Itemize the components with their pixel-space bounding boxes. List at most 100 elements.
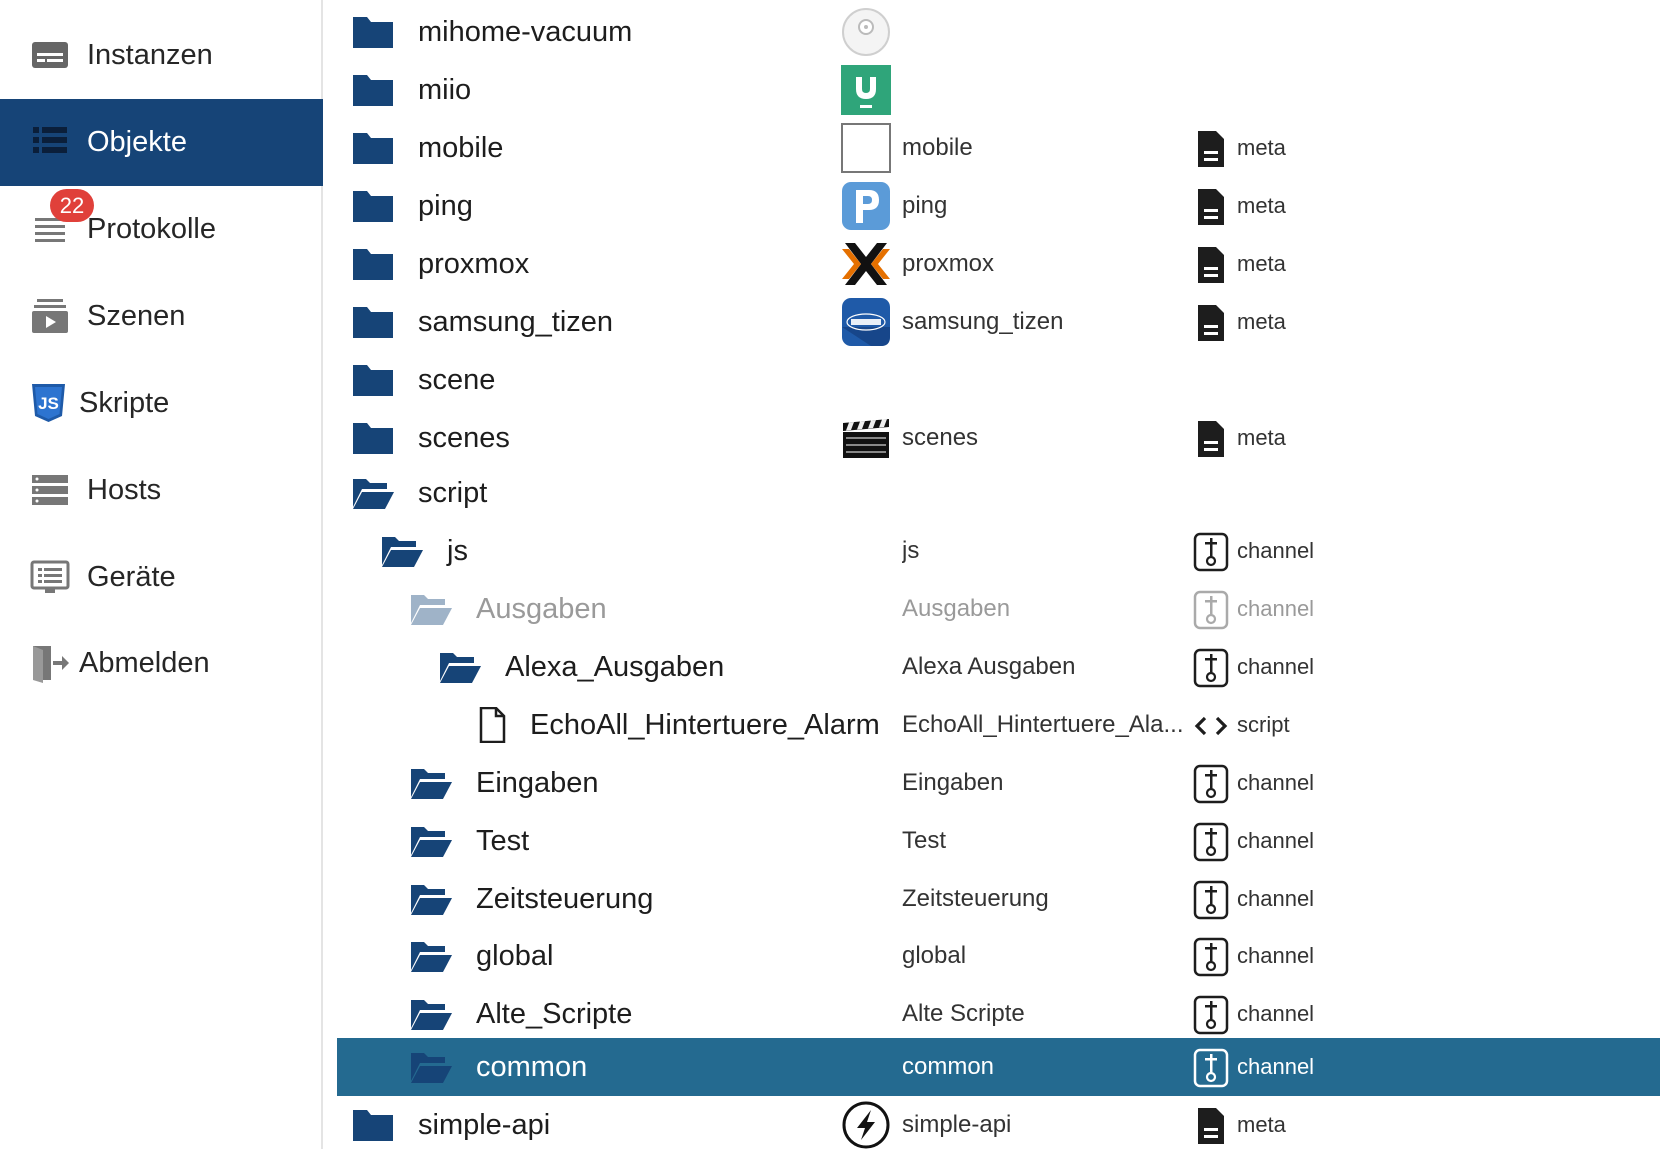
folder-closed-icon (353, 191, 393, 222)
channel-icon (1193, 880, 1229, 920)
object-name: common (902, 1053, 995, 1080)
object-id: global (476, 940, 554, 972)
logout-icon (33, 646, 69, 683)
folder-open-icon (353, 479, 394, 509)
folder-closed-icon (353, 423, 393, 454)
code-icon (1194, 716, 1228, 736)
tree-row[interactable]: scenes scenes meta (337, 409, 1660, 467)
object-type: channel (1237, 886, 1315, 911)
object-name: proxmox (902, 250, 995, 277)
object-name: js (902, 537, 920, 564)
tree-row[interactable]: EchoAll_Hintertuere_Alarm EchoAll_Hinter… (337, 696, 1660, 754)
folder-closed-icon (353, 249, 393, 280)
object-name: Zeitsteuerung (902, 885, 1049, 912)
ping-icon (842, 182, 890, 230)
tree-row[interactable]: scene (337, 351, 1660, 409)
tree-row[interactable]: mobile mobile meta (337, 119, 1660, 177)
nav-geraete[interactable]: Geräte (0, 534, 323, 621)
tree-row[interactable]: js js channel (337, 522, 1660, 580)
object-id: EchoAll_Hintertuere_Alarm (530, 709, 880, 741)
nav-label: Geräte (87, 561, 176, 593)
object-name: EchoAll_Hintertuere_Ala... (902, 711, 1184, 738)
folder-closed-icon (353, 75, 393, 106)
object-id: scene (418, 364, 496, 396)
object-type: channel (1237, 654, 1315, 679)
object-name: simple-api (902, 1111, 1012, 1138)
object-type: channel (1237, 943, 1315, 968)
channel-icon (1193, 822, 1229, 862)
tree-row[interactable]: Alexa_Ausgaben Alexa Ausgaben channel (337, 638, 1660, 696)
nav-label: Hosts (87, 474, 162, 506)
sidebar: Instanzen Objekte 22 Protokolle Szenen J… (0, 0, 323, 1149)
nav-objekte[interactable]: Objekte (0, 99, 323, 186)
meta-file-icon (1198, 189, 1224, 225)
meta-file-icon (1198, 247, 1224, 283)
samsung-icon (842, 298, 890, 346)
tree-row[interactable]: mihome-vacuum (337, 3, 1660, 61)
object-id: Zeitsteuerung (476, 883, 654, 915)
nav-hosts[interactable]: Hosts (0, 447, 323, 534)
tree-row[interactable]: Test Test channel (337, 812, 1660, 870)
object-type: meta (1237, 251, 1286, 276)
channel-icon (1193, 1048, 1229, 1088)
tree-row[interactable]: script (337, 464, 1660, 522)
channel-icon (1193, 764, 1229, 804)
folder-open-icon (411, 1000, 452, 1030)
object-type: meta (1237, 135, 1286, 160)
object-id: Ausgaben (476, 593, 607, 625)
folder-open-icon (411, 885, 452, 915)
tree-row[interactable]: Ausgaben Ausgaben channel (337, 580, 1660, 638)
nav-label: Skripte (79, 387, 170, 419)
nav-abmelden[interactable]: Abmelden (0, 620, 323, 707)
folder-open-icon (411, 595, 452, 625)
object-type: meta (1237, 309, 1286, 334)
object-name: Alexa Ausgaben (902, 653, 1076, 680)
object-name: scenes (902, 424, 979, 451)
tree-row[interactable]: simple-api simple-api meta (337, 1096, 1660, 1154)
object-name: Eingaben (902, 769, 1004, 796)
tree-row[interactable]: miio (337, 61, 1660, 119)
tree-row[interactable]: ping ping meta (337, 177, 1660, 235)
object-type: channel (1237, 828, 1315, 853)
tree-row[interactable]: proxmox proxmox meta (337, 235, 1660, 293)
object-id: samsung_tizen (418, 306, 614, 338)
channel-icon (1193, 590, 1229, 630)
channel-icon (1193, 937, 1229, 977)
tree-row[interactable]: Zeitsteuerung Zeitsteuerung channel (337, 870, 1660, 928)
object-name: global (902, 942, 967, 969)
folder-closed-icon (353, 1110, 393, 1141)
tree-row[interactable]: Eingaben Eingaben channel (337, 754, 1660, 812)
svg-text:JS: JS (38, 394, 59, 413)
nav-label: Szenen (87, 300, 186, 332)
tree-row[interactable]: Alte_Scripte Alte Scripte channel (337, 985, 1660, 1043)
mobile-icon (841, 123, 891, 173)
tree-row[interactable]: global global channel (337, 927, 1660, 985)
object-type: script (1237, 712, 1290, 737)
tree-row-selected[interactable]: common common channel (337, 1038, 1660, 1096)
object-id: Alexa_Ausgaben (505, 651, 725, 683)
nav-protokolle[interactable]: 22 Protokolle (0, 186, 323, 273)
nav-instanzen[interactable]: Instanzen (0, 12, 323, 99)
object-type: channel (1237, 538, 1315, 563)
nav-szenen[interactable]: Szenen (0, 273, 323, 360)
nav-label: Objekte (87, 126, 187, 158)
object-name: Alte Scripte (902, 1000, 1025, 1027)
miio-icon (841, 65, 891, 115)
object-id: mihome-vacuum (418, 16, 633, 48)
object-type: meta (1237, 1112, 1286, 1137)
scenes-icon (32, 299, 68, 333)
object-type: channel (1237, 1001, 1315, 1026)
object-id: Eingaben (476, 767, 599, 799)
object-type: meta (1237, 425, 1286, 450)
object-name: ping (902, 192, 948, 219)
nav-skripte[interactable]: JS Skripte (0, 360, 323, 447)
object-type: channel (1237, 1054, 1315, 1079)
object-id: Alte_Scripte (476, 998, 633, 1030)
tree-row[interactable]: samsung_tizen samsung_tizen meta (337, 293, 1660, 351)
clapper-icon (843, 419, 889, 458)
object-name: Test (902, 827, 947, 854)
object-tree: mihome-vacuum miio mobile mobile meta pi… (337, 0, 1660, 1149)
meta-file-icon (1198, 131, 1224, 167)
channel-icon (1193, 532, 1229, 572)
nav-label: Abmelden (79, 647, 210, 679)
